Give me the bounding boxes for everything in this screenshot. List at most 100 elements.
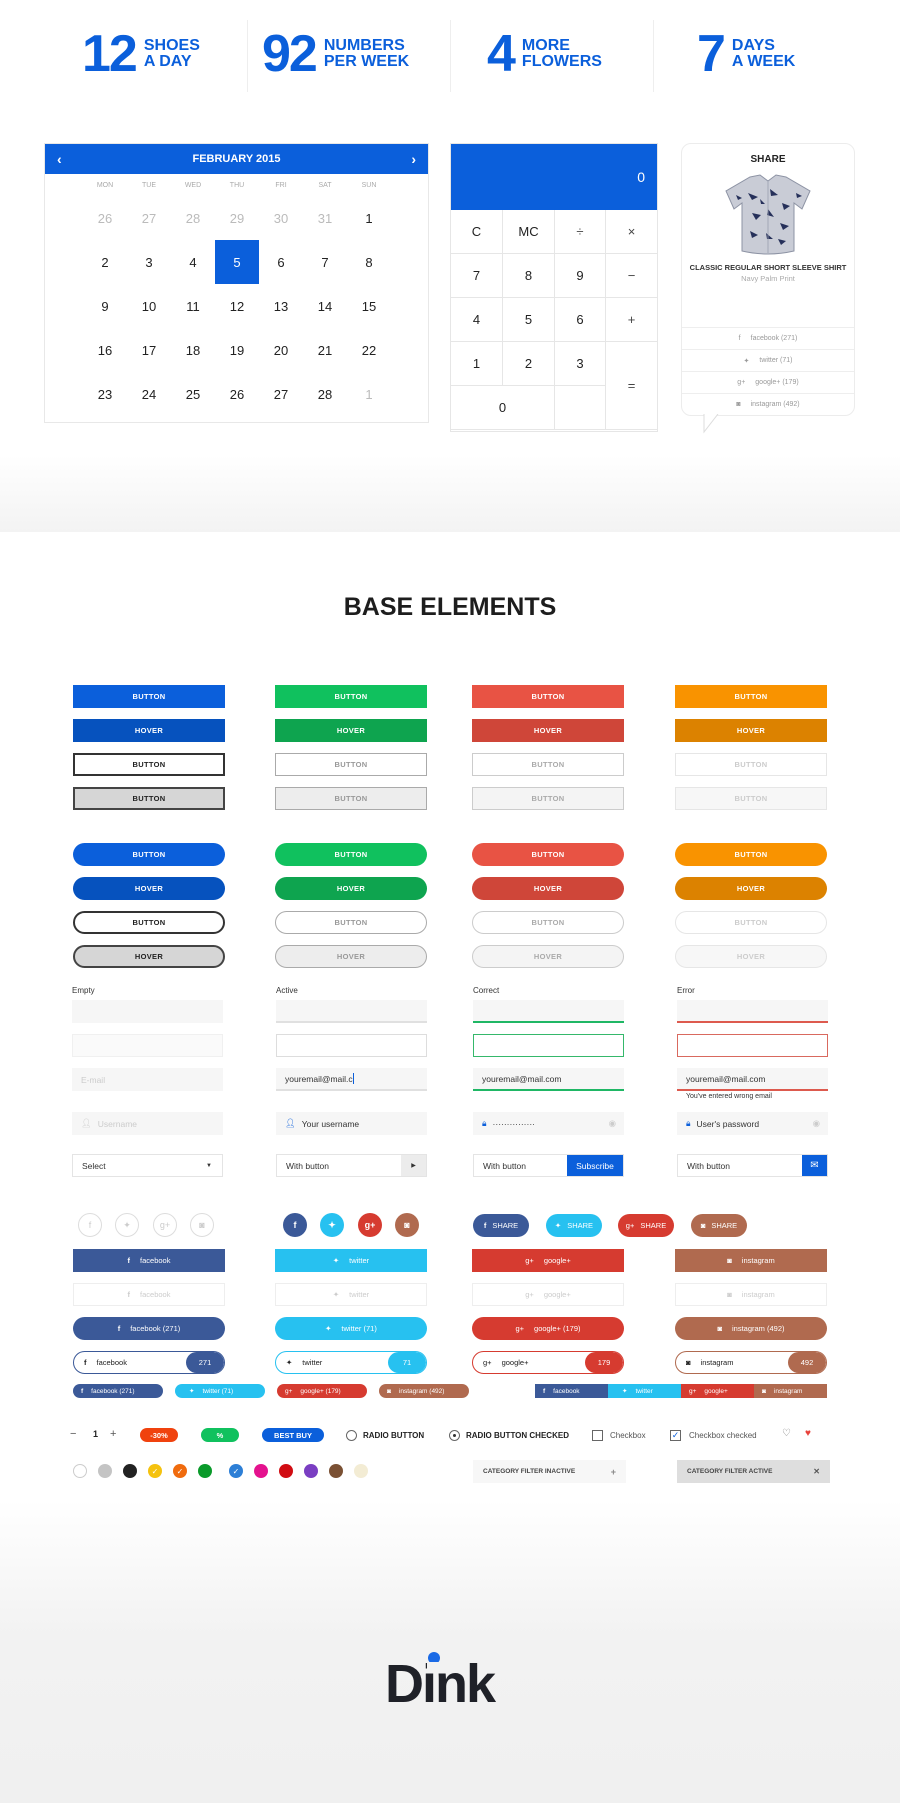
green-outline-button[interactable]: BUTTON (275, 753, 427, 776)
green-button[interactable]: BUTTON (275, 685, 427, 708)
color-swatch[interactable] (254, 1464, 268, 1478)
calendar-day-outside[interactable]: 29 (215, 196, 259, 240)
calendar-day[interactable]: 21 (303, 328, 347, 372)
clear-key[interactable]: C (451, 210, 503, 254)
input-empty[interactable] (72, 1000, 223, 1023)
divide-key[interactable]: ÷ (555, 210, 606, 254)
red-rounded-button[interactable]: BUTTON (472, 843, 624, 866)
digit-key-6[interactable]: 6 (555, 298, 606, 342)
facebook-button[interactable]: f facebook (73, 1249, 225, 1272)
memory-clear-key[interactable]: MC (503, 210, 555, 254)
twitter-icon[interactable]: ✦ (115, 1213, 139, 1237)
color-swatch-selected[interactable]: ✓ (229, 1464, 243, 1478)
instagram-count-button[interactable]: ◙ instagram (492) (675, 1317, 827, 1340)
calendar-day[interactable]: 18 (171, 328, 215, 372)
digit-key-2[interactable]: 2 (503, 342, 555, 386)
digit-key-3[interactable]: 3 (555, 342, 606, 386)
calendar-day[interactable]: 12 (215, 284, 259, 328)
orange-rounded-hover-button[interactable]: HOVER (675, 877, 827, 900)
calendar-day-outside[interactable]: 28 (171, 196, 215, 240)
calendar-day[interactable]: 22 (347, 328, 391, 372)
green-rounded-hover-button[interactable]: HOVER (275, 877, 427, 900)
calendar-day-outside[interactable]: 26 (83, 196, 127, 240)
calendar-day[interactable]: 15 (347, 284, 391, 328)
calendar-day[interactable]: 13 (259, 284, 303, 328)
instagram-button[interactable]: ◙ instagram (675, 1249, 827, 1272)
green-rounded-button[interactable]: BUTTON (275, 843, 427, 866)
calendar-day[interactable]: 8 (347, 240, 391, 284)
calendar-day[interactable]: 14 (303, 284, 347, 328)
input-bordered-correct[interactable] (473, 1034, 624, 1057)
share-twitter-item[interactable]: ✦ twitter (71) (682, 349, 854, 371)
facebook-share-button[interactable]: f SHARE (473, 1214, 529, 1237)
twitter-button-outline[interactable]: ✦ twitter (275, 1283, 427, 1306)
input-with-button[interactable]: With button ▶ (276, 1154, 427, 1177)
instagram-split-button[interactable]: ◙ instagram 492 (675, 1351, 827, 1374)
radio-unchecked[interactable] (346, 1430, 357, 1441)
twitter-count-button[interactable]: ✦ twitter (71) (275, 1317, 427, 1340)
mail-icon[interactable]: ✉ (802, 1155, 827, 1176)
instagram-button-outline[interactable]: ◙ instagram (675, 1283, 827, 1306)
blue-rounded-hover-button[interactable]: HOVER (73, 877, 225, 900)
eye-icon[interactable]: ◉ (813, 1118, 820, 1129)
color-swatch-selected[interactable]: ✓ (148, 1464, 162, 1478)
facebook-icon[interactable]: f (283, 1213, 307, 1237)
calendar-day[interactable]: 26 (215, 372, 259, 416)
google-plus-icon[interactable]: g+ (358, 1213, 382, 1237)
select-dropdown[interactable]: Select ▼ (72, 1154, 223, 1177)
eye-icon[interactable]: ◉ (609, 1118, 616, 1129)
multiply-key[interactable]: × (606, 210, 658, 254)
google-small-pill[interactable]: g+ google+ (179) (277, 1384, 367, 1398)
orange-rounded-outline-button[interactable]: BUTTON (675, 911, 827, 934)
heart-filled-icon[interactable]: ♥ (805, 1428, 811, 1439)
calendar-day[interactable]: 6 (259, 240, 303, 284)
blue-rounded-outline-button[interactable]: BUTTON (73, 911, 225, 934)
red-hover-button[interactable]: HOVER (472, 719, 624, 742)
instagram-icon[interactable]: ◙ (190, 1213, 214, 1237)
plus-key[interactable]: + (606, 298, 658, 342)
calendar-day[interactable]: 19 (215, 328, 259, 372)
input-bordered-empty[interactable] (72, 1034, 223, 1057)
calendar-day-outside[interactable]: 27 (127, 196, 171, 240)
username-input-active[interactable]: 👤︎ Your username (276, 1112, 427, 1135)
qty-minus-button[interactable]: − (70, 1428, 76, 1440)
google-bar-segment[interactable]: g+ google+ (681, 1384, 754, 1398)
google-plus-icon[interactable]: g+ (153, 1213, 177, 1237)
calendar-day[interactable]: 25 (171, 372, 215, 416)
calendar-day-outside[interactable]: 1 (347, 372, 391, 416)
orange-button[interactable]: BUTTON (675, 685, 827, 708)
orange-pressed-button[interactable]: BUTTON (675, 787, 827, 810)
green-rounded-pressed-button[interactable]: HOVER (275, 945, 427, 968)
twitter-button[interactable]: ✦ twitter (275, 1249, 427, 1272)
chevron-right-icon[interactable]: › (411, 151, 416, 167)
share-facebook-item[interactable]: f facebook (271) (682, 327, 854, 349)
equals-key[interactable]: = (606, 342, 658, 430)
instagram-small-pill[interactable]: ◙ instagram (492) (379, 1384, 469, 1398)
calendar-day-outside[interactable]: 31 (303, 196, 347, 240)
facebook-split-button[interactable]: f facebook 271 (73, 1351, 225, 1374)
instagram-bar-segment[interactable]: ◙ instagram (754, 1384, 827, 1398)
calendar-day-outside[interactable]: 30 (259, 196, 303, 240)
input-active[interactable] (276, 1000, 427, 1023)
calendar-day-selected[interactable]: 5 (215, 240, 259, 284)
orange-rounded-pressed-button[interactable]: HOVER (675, 945, 827, 968)
blue-rounded-pressed-button[interactable]: HOVER (73, 945, 225, 968)
input-bordered-active[interactable] (276, 1034, 427, 1057)
color-swatch[interactable] (304, 1464, 318, 1478)
red-rounded-hover-button[interactable]: HOVER (472, 877, 624, 900)
twitter-icon[interactable]: ✦ (320, 1213, 344, 1237)
digit-key-0[interactable]: 0 (451, 386, 555, 430)
facebook-button-outline[interactable]: f facebook (73, 1283, 225, 1306)
twitter-bar-segment[interactable]: ✦ twitter (608, 1384, 681, 1398)
color-swatch[interactable] (198, 1464, 212, 1478)
share-google-item[interactable]: g+ google+ (179) (682, 371, 854, 393)
username-input-empty[interactable]: 👤︎ Username (72, 1112, 223, 1135)
email-input-active[interactable]: youremail@mail.c (276, 1068, 427, 1091)
instagram-share-button[interactable]: ◙ SHARE (691, 1214, 747, 1237)
calendar-day[interactable]: 16 (83, 328, 127, 372)
category-filter-active[interactable]: CATEGORY FILTER ACTIVE ✕ (677, 1460, 830, 1483)
chevron-left-icon[interactable]: ‹ (57, 151, 62, 167)
blue-pressed-button[interactable]: BUTTON (73, 787, 225, 810)
color-swatch[interactable] (123, 1464, 137, 1478)
google-share-button[interactable]: g+ SHARE (618, 1214, 674, 1237)
